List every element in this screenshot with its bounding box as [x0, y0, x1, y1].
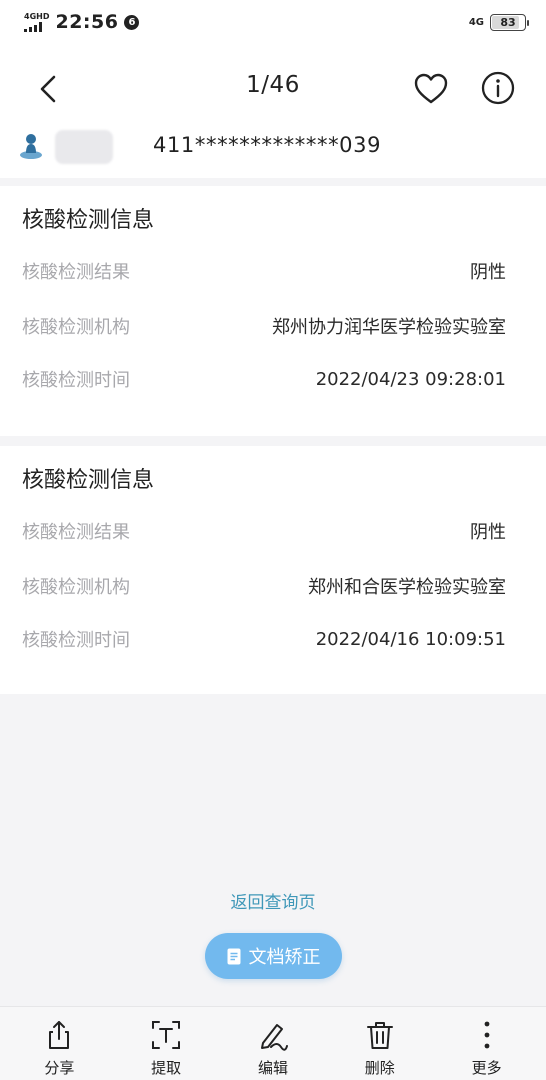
test-record-card: 核酸检测信息 核酸检测结果 阴性 核酸检测机构 郑州协力润华医学检验实验室 核酸…	[0, 186, 546, 436]
text-extract-icon	[152, 1021, 181, 1049]
test-record-card: 核酸检测信息 核酸检测结果 阴性 核酸检测机构 郑州和合医学检验实验室 核酸检测…	[0, 446, 546, 694]
delete-label: 删除	[364, 1059, 395, 1077]
document-icon	[227, 948, 240, 964]
time-value: 2022/04/23 09:28:01	[315, 368, 506, 390]
time-row: 核酸检测时间 2022/04/16 10:09:51	[22, 624, 506, 654]
result-row: 核酸检测结果 阴性	[22, 516, 506, 546]
time-value: 2022/04/16 10:09:51	[315, 628, 506, 650]
network-type: 4GHD	[24, 11, 50, 21]
nav-bar: 1/46	[0, 44, 546, 134]
more-icon	[484, 1021, 489, 1049]
battery-level: 83	[500, 15, 516, 29]
notification-badge: 6	[124, 14, 140, 30]
id-number: 411*************039	[153, 133, 382, 157]
result-value: 阴性	[470, 522, 506, 543]
person-location-icon	[20, 134, 42, 159]
edit-button[interactable]: 编辑	[228, 1007, 318, 1080]
share-button[interactable]: 分享	[14, 1007, 104, 1080]
back-to-query-link[interactable]: 返回查询页	[0, 888, 546, 913]
edit-icon	[260, 1024, 288, 1051]
status-bar: 4GHD 22:56 6 4G 83	[0, 0, 546, 44]
time-label: 核酸检测时间	[22, 370, 130, 391]
time-label: 核酸检测时间	[22, 630, 130, 651]
trash-icon	[366, 1022, 393, 1049]
heart-icon[interactable]	[412, 71, 450, 107]
extract-label: 提取	[151, 1059, 182, 1077]
org-value: 郑州协力润华医学检验实验室	[272, 317, 506, 338]
battery-icon: 83	[490, 13, 529, 31]
result-value: 阴性	[470, 262, 506, 283]
bottom-toolbar: 分享 提取 编辑 删除 更多	[0, 1006, 546, 1080]
signal-icon: 4GHD	[24, 11, 50, 32]
identity-row: 411*************039	[0, 126, 546, 178]
redacted-name	[55, 130, 113, 164]
document-correction-button[interactable]: 文档矫正	[205, 933, 342, 979]
record-title: 核酸检测信息	[22, 468, 155, 493]
edit-label: 编辑	[257, 1059, 288, 1077]
org-label: 核酸检测机构	[22, 577, 130, 598]
org-label: 核酸检测机构	[22, 317, 130, 338]
back-arrow-icon[interactable]	[34, 71, 64, 107]
fab-label: 文档矫正	[248, 947, 321, 968]
extract-text-button[interactable]: 提取	[121, 1007, 211, 1080]
org-row: 核酸检测机构 郑州协力润华医学检验实验室	[22, 311, 506, 341]
status-time: 22:56	[55, 11, 119, 33]
info-icon[interactable]	[480, 70, 516, 106]
result-label: 核酸检测结果	[22, 262, 130, 283]
page-indicator: 1/46	[246, 72, 300, 98]
result-row: 核酸检测结果 阴性	[22, 256, 506, 286]
share-icon	[49, 1021, 70, 1049]
org-row: 核酸检测机构 郑州和合医学检验实验室	[22, 571, 506, 601]
record-title: 核酸检测信息	[22, 208, 155, 233]
time-row: 核酸检测时间 2022/04/23 09:28:01	[22, 364, 506, 394]
share-label: 分享	[44, 1059, 75, 1077]
more-button[interactable]: 更多	[442, 1007, 532, 1080]
network-indicator: 4G	[468, 16, 484, 28]
more-label: 更多	[471, 1059, 502, 1077]
delete-button[interactable]: 删除	[335, 1007, 425, 1080]
result-label: 核酸检测结果	[22, 522, 130, 543]
org-value: 郑州和合医学检验实验室	[308, 577, 506, 598]
